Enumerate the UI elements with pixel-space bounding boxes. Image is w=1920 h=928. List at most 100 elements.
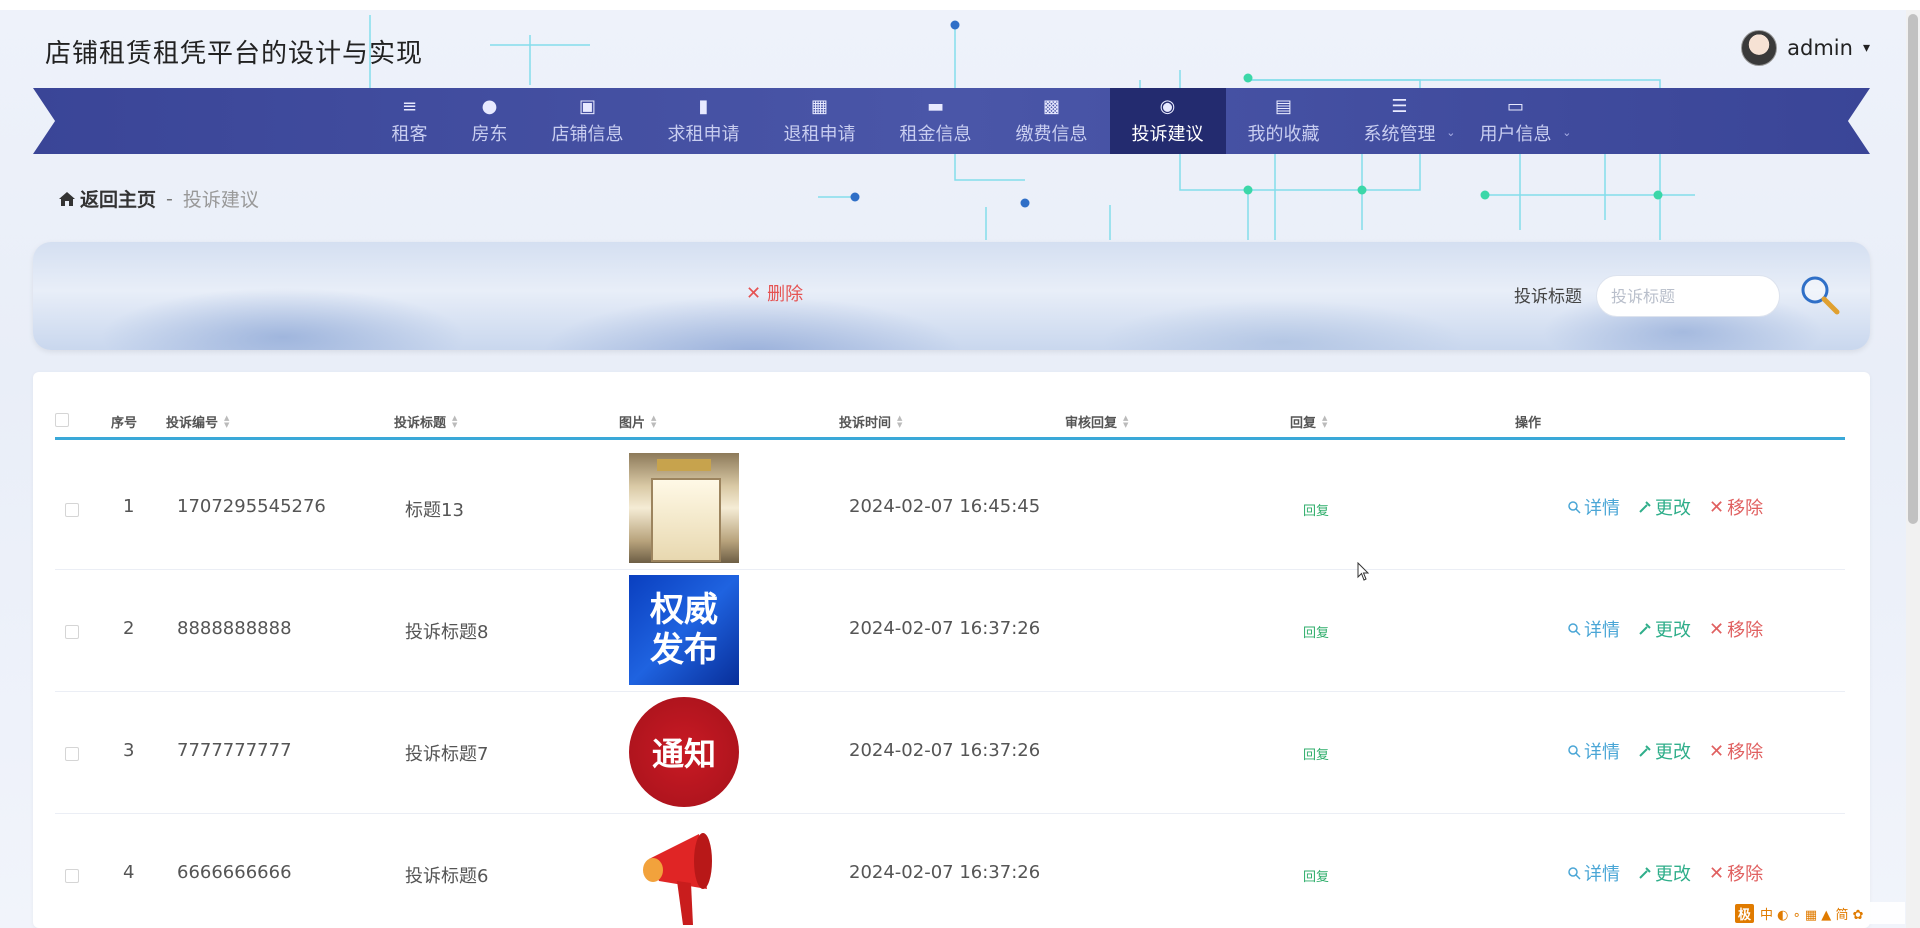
edit-button[interactable]: 更改 [1638,860,1691,886]
nav-item-rent-info[interactable]: ▬ 租金信息 [878,88,994,154]
detail-button[interactable]: 详情 [1567,738,1620,764]
row-index: 4 [123,862,135,883]
sort-icon[interactable]: ▲ ▼ [452,414,457,429]
column-header-code[interactable]: 投诉编号 ▲ ▼ [166,412,229,431]
user-menu[interactable]: admin ▾ [1741,30,1870,66]
grid-icon: ▦ [810,96,828,117]
row-checkbox[interactable] [65,747,79,761]
row-title: 投诉标题6 [405,866,489,887]
remove-button[interactable]: ✕ 移除 [1709,860,1763,886]
avatar [1741,30,1778,66]
row-code: 1707295545276 [177,496,326,517]
magnify-icon [1568,745,1581,758]
column-header-review[interactable]: 审核回复 ▲ ▼ [1065,412,1128,431]
row-image-notice[interactable]: 通知 [629,697,739,807]
row-checkbox[interactable] [65,625,79,639]
magnify-icon [1568,867,1581,880]
briefcase-icon: ▤ [1274,96,1292,117]
search-icon[interactable] [1797,272,1843,318]
sort-icon[interactable]: ▲ ▼ [1123,414,1128,429]
column-header-title[interactable]: 投诉标题 ▲ ▼ [394,412,457,431]
ime-toolbar[interactable]: 极 中 ◐ ∘ ▦ ▲ 简 ✿ [1735,902,1905,924]
column-header-index: 序号 [111,416,138,431]
detail-button[interactable]: 详情 [1567,494,1620,520]
reply-link[interactable]: 回复 [1303,866,1329,885]
chevron-down-icon: ⌄ [1562,126,1572,139]
column-header-time[interactable]: 投诉时间 ▲ ▼ [839,412,902,431]
sort-icon[interactable]: ▲ ▼ [224,414,229,429]
search-label: 投诉标题 [1514,287,1582,307]
page-scrollbar[interactable] [1906,10,1920,928]
breadcrumb-home[interactable]: 返回主页 [58,185,156,212]
caret-down-icon: ▾ [1862,40,1870,56]
row-image-shop[interactable] [629,453,739,563]
search-input[interactable] [1596,275,1780,317]
search-panel: ✕ 删除 投诉标题 [33,242,1870,350]
reply-link[interactable]: 回复 [1303,622,1329,641]
close-icon: ✕ [746,282,762,304]
nav-item-favorites[interactable]: ▤ 我的收藏 [1226,88,1342,154]
reply-link[interactable]: 回复 [1303,744,1329,763]
row-checkbox[interactable] [65,869,79,883]
wrench-icon [1639,623,1651,635]
mouse-cursor-icon [1357,562,1370,581]
row-code: 7777777777 [177,740,292,761]
home-icon [59,191,75,206]
nav-item-label: 用户信息 [1479,124,1552,145]
notice-badge: 通知 [629,697,739,807]
row-checkbox[interactable] [65,503,79,517]
column-header-image[interactable]: 图片 ▲ ▼ [619,412,656,431]
row-code: 8888888888 [177,618,292,639]
main-navbar: ≡ 租客 ● 房东 ▣ 店铺信息 ▮ 求租申请 ▦ 退租申请 ▬ 租金信息 ▩ … [33,88,1870,154]
column-header-reply[interactable]: 回复 ▲ ▼ [1290,412,1327,431]
nav-item-payment-info[interactable]: ▩ 缴费信息 [994,88,1110,154]
card-icon: ▭ [1506,96,1524,117]
sort-icon[interactable]: ▲ ▼ [651,414,656,429]
detail-button[interactable]: 详情 [1567,860,1620,886]
wrench-icon [1639,867,1651,879]
nav-item-label: 店铺信息 [551,124,624,145]
edit-button[interactable]: 更改 [1638,738,1691,764]
row-time: 2024-02-07 16:45:45 [849,496,1041,517]
sort-icon[interactable]: ▲ ▼ [1322,414,1327,429]
row-image-authority[interactable]: 权威 发布 [629,575,739,685]
edit-button[interactable]: 更改 [1638,494,1691,520]
row-image-megaphone[interactable] [629,819,739,928]
row-title: 标题13 [405,500,464,521]
site-title: 店铺租赁租凭平台的设计与实现 [45,39,424,69]
scrollbar-thumb[interactable] [1908,14,1918,524]
chat-icon: ▬ [926,96,944,117]
nav-item-label: 缴费信息 [1015,124,1088,145]
row-actions: 详情 更改 ✕ 移除 [1567,860,1763,886]
nav-item-tenant[interactable]: ≡ 租客 [370,88,450,154]
chevron-down-icon: ⌄ [1446,126,1456,139]
nav-item-label: 租客 [391,124,428,145]
row-title: 投诉标题8 [405,622,489,643]
nav-item-checkout-request[interactable]: ▦ 退租申请 [762,88,878,154]
delete-button[interactable]: ✕ 删除 [746,280,803,306]
reply-link[interactable]: 回复 [1303,500,1329,519]
remove-button[interactable]: ✕ 移除 [1709,616,1763,642]
wrench-icon [1639,501,1651,513]
nav-item-user-info[interactable]: ▭ 用户信息 ⌄ [1458,88,1574,154]
nav-item-system-management[interactable]: ☰ 系统管理 ⌄ [1342,88,1458,154]
bar-chart-icon: ▮ [698,96,709,117]
nav-item-complaints[interactable]: ◉ 投诉建议 [1109,88,1226,154]
breadcrumb-home-label: 返回主页 [80,189,157,211]
column-header-actions: 操作 [1515,416,1542,431]
nav-item-rent-request[interactable]: ▮ 求租申请 [646,88,762,154]
user-icon: ● [481,96,498,117]
edit-button[interactable]: 更改 [1638,616,1691,642]
nav-item-landlord[interactable]: ● 房东 [450,88,530,154]
remove-button[interactable]: ✕ 移除 [1709,494,1763,520]
nav-item-shop-info[interactable]: ▣ 店铺信息 [530,88,646,154]
person-icon: ◉ [1159,96,1176,117]
row-index: 2 [123,618,135,639]
nav-item-label: 我的收藏 [1247,124,1320,145]
select-all-checkbox[interactable] [55,413,69,427]
complaints-table: 序号 投诉编号 ▲ ▼ 投诉标题 ▲ ▼ 图片 ▲ ▼ 投诉时间 ▲ ▼ 审核回复 ▲ ▼ 回复 ▲ ▼… [33,372,1870,928]
nav-item-label: 退租申请 [783,124,856,145]
remove-button[interactable]: ✕ 移除 [1709,738,1763,764]
detail-button[interactable]: 详情 [1567,616,1620,642]
sort-icon[interactable]: ▲ ▼ [897,414,902,429]
